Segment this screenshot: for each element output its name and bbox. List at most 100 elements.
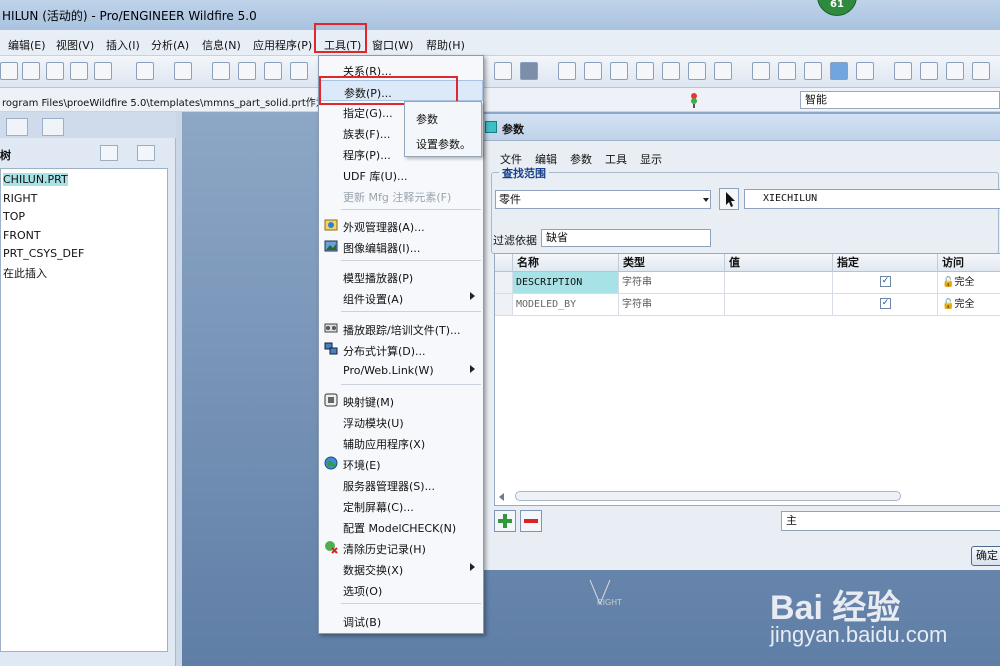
model-tree-header: 树 [0,142,176,164]
model-tree-tab-icon[interactable] [6,118,28,136]
tree-node[interactable]: RIGHT [3,192,37,205]
model-name-field[interactable]: XIECHILUN [744,189,1000,209]
param-type-cell[interactable]: 字符串 [619,294,725,316]
menu-item-image-editor[interactable]: 图像编辑器(I)... [319,236,483,257]
menu-item-model-player[interactable]: 模型播放器(P) [319,266,483,287]
dialog-menu-tools[interactable]: 工具 [605,151,627,167]
menu-analysis[interactable]: 分析(A) [151,37,189,53]
add-parameter-button[interactable] [494,510,516,532]
menu-item-auxiliary-applications[interactable]: 辅助应用程序(X) [319,432,483,453]
column-header-value[interactable]: 值 [725,254,833,272]
zoom-out-icon[interactable] [584,62,602,80]
zoom-in-icon[interactable] [558,62,576,80]
menu-applications[interactable]: 应用程序(P) [253,37,312,53]
column-header-access[interactable]: 访问 [938,254,1000,272]
open-icon[interactable] [0,62,18,80]
refit-icon[interactable] [610,62,628,80]
datum-points-icon[interactable] [946,62,964,80]
menu-item-floating-modules[interactable]: 浮动模块(U) [319,411,483,432]
send-icon[interactable] [70,62,88,80]
view-manager-icon[interactable] [714,62,732,80]
menu-item-appearance-manager[interactable]: 外观管理器(A)... [319,215,483,236]
menu-separator [341,209,481,210]
tree-node[interactable]: TOP [3,210,25,223]
menu-help[interactable]: 帮助(H) [426,37,465,53]
menu-item-data-exchange[interactable]: 数据交换(X) [319,558,483,579]
param-value-cell[interactable] [725,294,833,316]
paste-icon[interactable] [264,62,282,80]
remove-parameter-button[interactable] [520,510,542,532]
folder-browser-tab-icon[interactable] [42,118,64,136]
menu-edit[interactable]: 编辑(E) [8,37,46,53]
menu-insert[interactable]: 插入(I) [106,37,140,53]
dialog-menu-parameter[interactable]: 参数 [570,151,592,167]
hidden-line-icon[interactable] [778,62,796,80]
tree-node[interactable]: CHILUN.PRT [3,173,68,186]
tree-node[interactable]: PRT_CSYS_DEF [3,247,84,260]
menu-view[interactable]: 视图(V) [56,37,94,53]
selection-filter-dropdown[interactable]: 智能 [800,91,1000,109]
menu-item-update-mfg: 更新 Mfg 注释元素(F) [319,185,483,206]
menu-item-distributed-computing[interactable]: 分布式计算(D)... [319,339,483,360]
row-header[interactable] [495,294,513,316]
cut-icon[interactable] [212,62,230,80]
paste-special-icon[interactable] [290,62,308,80]
column-header-name[interactable]: 名称 [513,254,619,272]
menu-item-customize-screen[interactable]: 定制屏幕(C)... [319,495,483,516]
ok-button[interactable]: 确定 [971,546,1000,566]
no-hidden-icon[interactable] [804,62,822,80]
reorient-icon[interactable] [636,62,654,80]
menu-item-server-manager[interactable]: 服务器管理器(S)... [319,474,483,495]
layers-icon[interactable] [688,62,706,80]
menu-item-options[interactable]: 选项(O) [319,579,483,600]
saved-views-icon[interactable] [662,62,680,80]
menu-window[interactable]: 窗口(W) [372,37,413,53]
main-parameter-field[interactable]: 主 [781,511,1000,531]
menu-item-assembly-settings[interactable]: 组件设置(A) [319,287,483,308]
column-header-designate[interactable]: 指定 [833,254,938,272]
copy-icon[interactable] [238,62,256,80]
menu-item-mapkeys[interactable]: 映射键(M) [319,390,483,411]
designate-checkbox[interactable]: ✓ [880,298,891,309]
filter-field[interactable]: 缺省 [541,229,711,247]
row-header[interactable] [495,272,513,294]
designate-checkbox[interactable]: ✓ [880,276,891,287]
menu-item-clear-history[interactable]: 清除历史记录(H) [319,537,483,558]
dialog-menu-display[interactable]: 显示 [640,151,662,167]
wireframe-icon[interactable] [752,62,770,80]
shading-icon[interactable] [830,62,848,80]
param-name-cell[interactable]: DESCRIPTION [513,272,619,294]
param-value-cell[interactable] [725,272,833,294]
menu-info[interactable]: 信息(N) [202,37,241,53]
datum-axes-icon[interactable] [920,62,938,80]
datum-planes-icon[interactable] [894,62,912,80]
tree-node[interactable]: FRONT [3,229,41,242]
settings-icon[interactable] [100,145,118,161]
navigator-tabs [0,112,176,138]
display-style-icon[interactable] [520,62,538,80]
enhanced-realism-icon[interactable] [856,62,874,80]
show-columns-icon[interactable] [137,145,155,161]
coordinate-systems-icon[interactable] [972,62,990,80]
param-type-cell[interactable]: 字符串 [619,272,725,294]
menu-item-debug[interactable]: 调试(B) [319,610,483,631]
undo-icon[interactable] [136,62,154,80]
column-header-type[interactable]: 类型 [619,254,725,272]
spin-center-icon[interactable] [494,62,512,80]
print-icon[interactable] [46,62,64,80]
menu-item-play-trail[interactable]: 播放跟踪/培训文件(T)... [319,318,483,339]
tree-node[interactable]: 在此插入 [3,265,47,281]
save-icon[interactable] [22,62,40,80]
menu-item-udf-library[interactable]: UDF 库(U)... [319,164,483,185]
email-icon[interactable] [94,62,112,80]
scroll-left-icon[interactable] [499,493,504,501]
redo-icon[interactable] [174,62,192,80]
menu-item-environment[interactable]: 环境(E) [319,453,483,474]
horizontal-scrollbar[interactable] [515,491,901,501]
param-name-cell[interactable]: MODELED_BY [513,294,619,316]
scope-dropdown[interactable]: 零件 [495,190,711,209]
select-model-button[interactable] [719,188,739,210]
menu-item-web-link[interactable]: Pro/Web.Link(W) [319,360,483,381]
menu-separator [341,384,481,385]
menu-item-configure-modelcheck[interactable]: 配置 ModelCHECK(N) [319,516,483,537]
